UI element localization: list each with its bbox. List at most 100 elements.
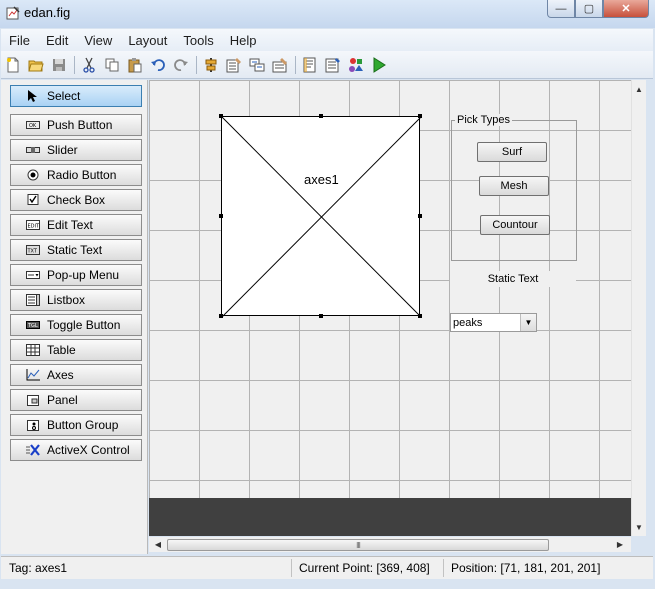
palette-table[interactable]: Table	[10, 339, 142, 361]
button-group-icon	[25, 418, 41, 432]
status-current-point: Current Point: [369, 408]	[299, 561, 430, 575]
vertical-scrollbar[interactable]: ▲ ▼	[631, 80, 646, 536]
menu-editor-icon[interactable]	[224, 55, 244, 75]
resize-handle[interactable]	[418, 314, 422, 318]
slider-icon	[25, 143, 41, 157]
axes1-object[interactable]: axes1	[221, 116, 421, 317]
menu-file[interactable]: File	[1, 33, 38, 48]
scroll-right-icon[interactable]: ▶	[613, 537, 627, 552]
property-inspector-icon[interactable]	[323, 55, 343, 75]
svg-text:EDIT: EDIT	[28, 224, 40, 230]
window-title: edan.fig	[24, 5, 71, 20]
palette-label: Listbox	[47, 293, 86, 307]
palette-toggle-button[interactable]: TGL Toggle Button	[10, 314, 142, 336]
static-text-object[interactable]: Static Text	[450, 271, 576, 287]
title-bar: edan.fig — ▢ ✕	[0, 0, 655, 28]
palette-label: Table	[47, 343, 76, 357]
cut-icon[interactable]	[79, 55, 99, 75]
palette-label: Radio Button	[47, 168, 117, 182]
check-box-icon	[25, 193, 41, 207]
scroll-left-icon[interactable]: ◀	[151, 537, 165, 552]
axes-icon	[25, 368, 41, 382]
toggle-button-icon: TGL	[25, 318, 41, 332]
palette-label: Panel	[47, 393, 78, 407]
save-icon[interactable]	[49, 55, 69, 75]
edit-text-icon: EDIT	[25, 218, 41, 232]
scroll-down-icon[interactable]: ▼	[632, 520, 646, 534]
new-file-icon[interactable]	[3, 55, 23, 75]
resize-handle[interactable]	[219, 114, 223, 118]
toolbar-editor-icon[interactable]	[270, 55, 290, 75]
object-browser-icon[interactable]	[346, 55, 366, 75]
horizontal-scrollbar[interactable]: ◀ III ▶	[149, 537, 631, 552]
palette-label: Static Text	[47, 243, 103, 257]
palette-slider[interactable]: Slider	[10, 139, 142, 161]
popup-menu-object[interactable]: peaks ▼	[450, 313, 537, 332]
menu-view[interactable]: View	[76, 33, 120, 48]
palette-activex-control[interactable]: ActiveX Control	[10, 439, 142, 461]
countour-button[interactable]: Countour	[480, 215, 550, 235]
menu-bar: File Edit View Layout Tools Help	[1, 29, 653, 51]
palette-label: ActiveX Control	[47, 443, 130, 457]
component-palette: Select OK Push Button Slider Radio Butto…	[1, 80, 148, 554]
resize-handle[interactable]	[319, 314, 323, 318]
chevron-down-icon[interactable]: ▼	[520, 314, 536, 331]
menu-tools[interactable]: Tools	[175, 33, 221, 48]
scroll-up-icon[interactable]: ▲	[632, 82, 646, 96]
status-tag: Tag: axes1	[9, 561, 68, 575]
palette-label: Edit Text	[47, 218, 93, 232]
svg-text:TXT: TXT	[27, 249, 38, 255]
palette-label: Pop-up Menu	[47, 268, 120, 282]
palette-check-box[interactable]: Check Box	[10, 189, 142, 211]
resize-handle[interactable]	[219, 214, 223, 218]
palette-edit-text[interactable]: EDIT Edit Text	[10, 214, 142, 236]
open-folder-icon[interactable]	[26, 55, 46, 75]
palette-select[interactable]: Select	[10, 85, 142, 107]
toolbar	[1, 51, 653, 79]
static-text-icon: TXT	[25, 243, 41, 257]
close-button[interactable]: ✕	[603, 0, 649, 18]
palette-label: Axes	[47, 368, 74, 382]
resize-handle[interactable]	[319, 114, 323, 118]
palette-label: Push Button	[47, 118, 113, 132]
maximize-button[interactable]: ▢	[575, 0, 603, 18]
redo-icon[interactable]	[171, 55, 191, 75]
resize-handle[interactable]	[219, 314, 223, 318]
palette-static-text[interactable]: TXT Static Text	[10, 239, 142, 261]
horizontal-scroll-thumb[interactable]: III	[167, 539, 549, 551]
surf-button[interactable]: Surf	[477, 142, 547, 162]
resize-handle[interactable]	[418, 214, 422, 218]
axes-tag-label: axes1	[304, 172, 339, 187]
popup-menu-icon	[25, 268, 41, 282]
minimize-button[interactable]: —	[547, 0, 575, 18]
mesh-button[interactable]: Mesh	[479, 176, 549, 196]
align-icon[interactable]	[201, 55, 221, 75]
palette-panel[interactable]: Panel	[10, 389, 142, 411]
cursor-icon	[25, 89, 41, 103]
paste-icon[interactable]	[125, 55, 145, 75]
axes-placeholder-cross	[222, 117, 421, 317]
undo-icon[interactable]	[148, 55, 168, 75]
svg-text:TGL: TGL	[27, 323, 38, 329]
push-button-icon: OK	[25, 118, 41, 132]
palette-axes[interactable]: Axes	[10, 364, 142, 386]
palette-radio-button[interactable]: Radio Button	[10, 164, 142, 186]
palette-listbox[interactable]: Listbox	[10, 289, 142, 311]
listbox-icon	[25, 293, 41, 307]
resize-handle[interactable]	[418, 114, 422, 118]
palette-button-group[interactable]: Button Group	[10, 414, 142, 436]
menu-help[interactable]: Help	[222, 33, 265, 48]
popup-selected-value: peaks	[453, 317, 483, 329]
tab-order-icon[interactable]	[247, 55, 267, 75]
status-position: Position: [71, 181, 201, 201]	[451, 561, 601, 575]
panel-title: Pick Types	[455, 114, 512, 126]
panel-icon	[25, 393, 41, 407]
palette-push-button[interactable]: OK Push Button	[10, 114, 142, 136]
table-icon	[25, 343, 41, 357]
menu-edit[interactable]: Edit	[38, 33, 76, 48]
palette-popup-menu[interactable]: Pop-up Menu	[10, 264, 142, 286]
mfile-editor-icon[interactable]	[300, 55, 320, 75]
run-icon[interactable]	[369, 55, 389, 75]
menu-layout[interactable]: Layout	[120, 33, 175, 48]
copy-icon[interactable]	[102, 55, 122, 75]
